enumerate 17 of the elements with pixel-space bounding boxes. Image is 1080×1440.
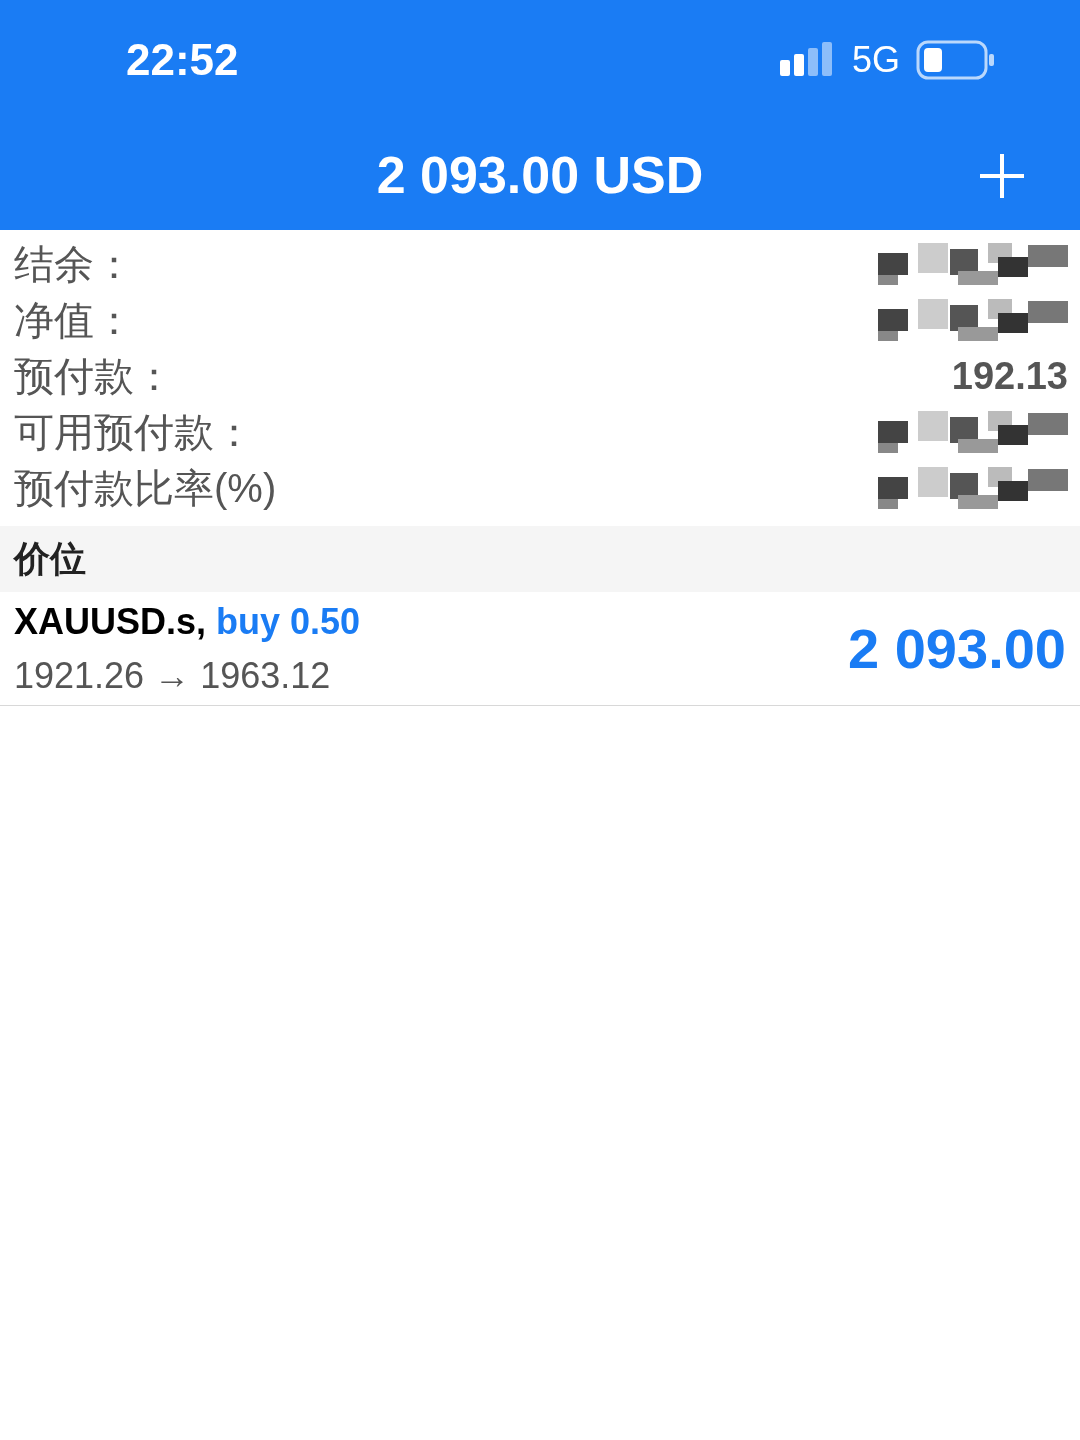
position-row[interactable]: XAUUSD.s, buy 0.50 1921.26 → 1963.12 2 093.00 — [0, 592, 1080, 706]
price-range: 1921.26 → 1963.12 — [14, 653, 332, 698]
section-header: 价位 — [0, 526, 1080, 592]
summary-label: 净值： — [14, 297, 134, 344]
network-label: 5G — [851, 38, 900, 82]
status-time: 22:52 — [126, 34, 239, 86]
summary-label: 预付款： — [14, 353, 174, 400]
trade-side: buy 0.50 — [216, 599, 361, 644]
balance-title: 2 093.00 USD — [376, 145, 704, 206]
profit-value: 2 093.00 — [848, 615, 1066, 682]
summary-label: 结余： — [14, 241, 134, 288]
summary-label: 预付款比率(%) — [14, 465, 277, 512]
symbol-label: XAUUSD.s, — [14, 599, 207, 644]
plus-icon — [978, 152, 1026, 200]
summary-value: 192.13 — [951, 353, 1068, 399]
summary-label: 可用预付款： — [14, 409, 254, 456]
battery-icon — [916, 40, 996, 80]
